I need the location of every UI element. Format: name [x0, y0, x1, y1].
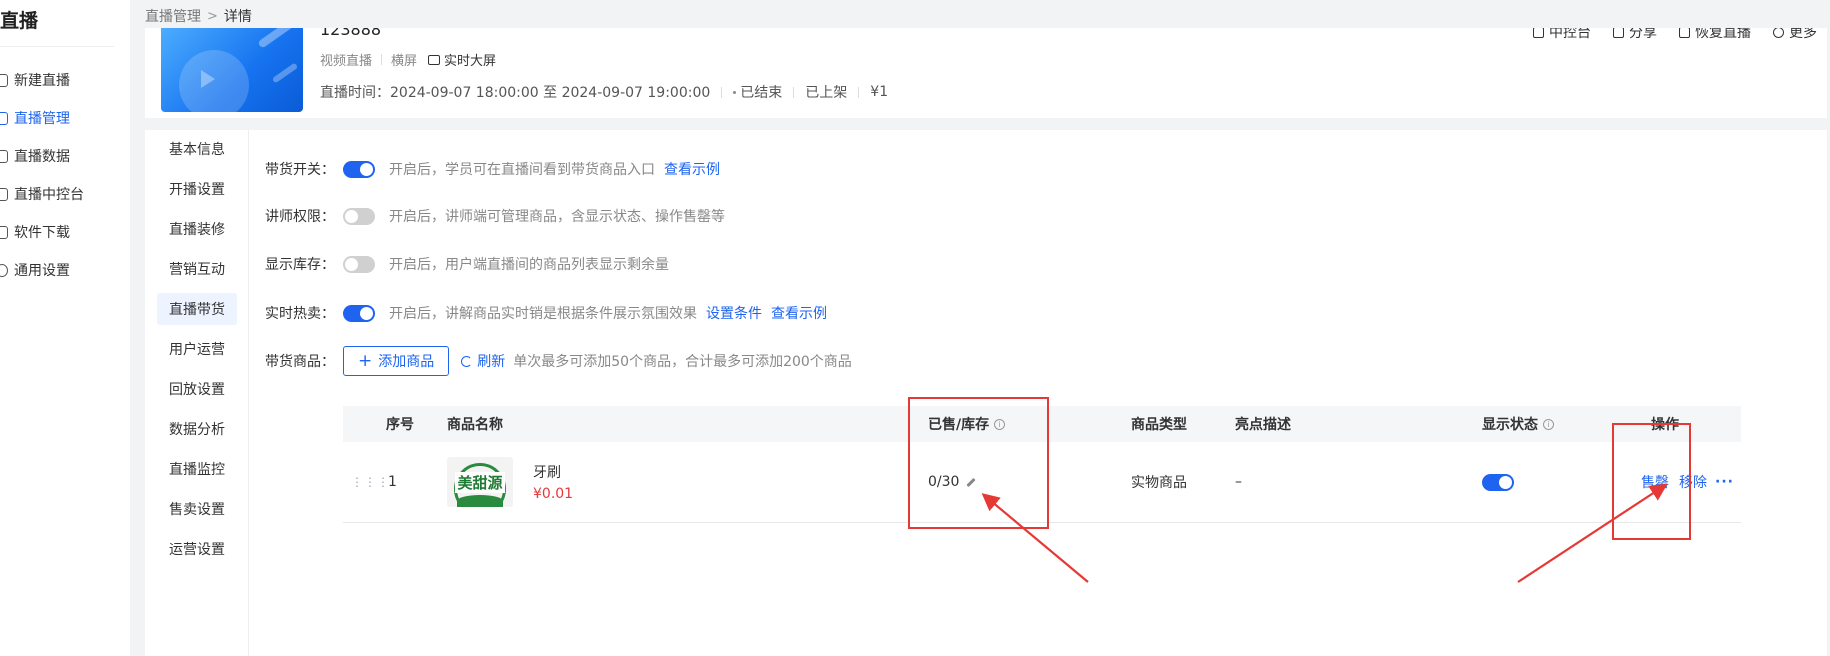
annotation-arrow-sold [981, 493, 1089, 583]
annotation-arrow-ops [1517, 483, 1668, 583]
annotation-arrows [981, 483, 1668, 583]
